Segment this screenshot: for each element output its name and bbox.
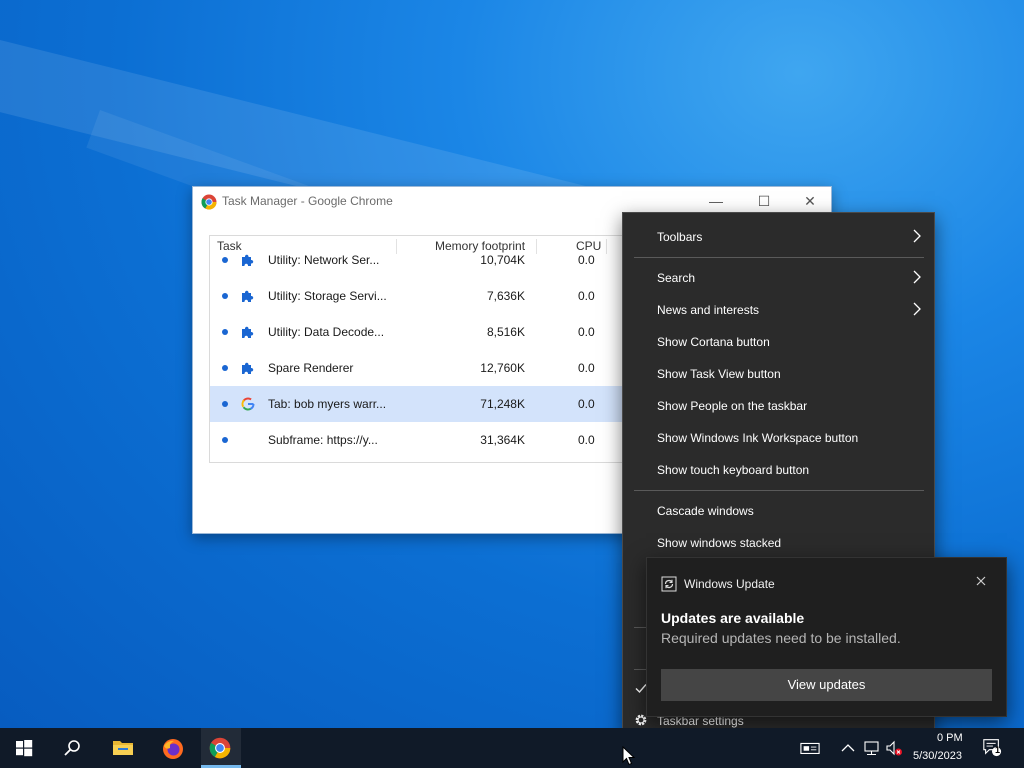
network-icon[interactable] xyxy=(862,738,882,758)
view-updates-button[interactable]: View updates xyxy=(661,669,992,701)
puzzle-icon xyxy=(242,362,254,374)
toast-app-name: Windows Update xyxy=(684,577,775,591)
toast-body: Required updates need to be installed. xyxy=(661,630,901,646)
mouse-cursor-icon xyxy=(622,746,636,766)
menu-item-label: Show Windows Ink Workspace button xyxy=(657,431,859,445)
process-name: Utility: Storage Servi... xyxy=(268,289,387,303)
close-icon[interactable] xyxy=(974,574,988,588)
start-icon xyxy=(16,740,33,757)
process-cpu: 0.0 xyxy=(578,361,595,375)
taskbar-search-button[interactable] xyxy=(48,728,96,768)
process-memory: 31,364K xyxy=(480,433,525,447)
menu-item-label: Show touch keyboard button xyxy=(657,463,810,477)
table-row[interactable]: Tab: bob myers warr... 71,248K 0.0 xyxy=(210,386,649,422)
chevron-right-icon xyxy=(913,302,921,316)
process-memory: 71,248K xyxy=(480,397,525,411)
volume-muted-icon[interactable] xyxy=(884,738,904,758)
table-row[interactable]: Utility: Storage Servi... 7,636K 0.0 xyxy=(210,278,649,314)
table-row[interactable]: Utility: Data Decode... 8,516K 0.0 xyxy=(210,314,649,350)
menu-item-toolbars[interactable]: Toolbars xyxy=(623,221,934,253)
process-name: Utility: Data Decode... xyxy=(268,325,385,339)
news-and-interests-icon[interactable] xyxy=(800,738,820,758)
menu-item-label: Show Cortana button xyxy=(657,335,770,349)
taskbar: 1 xyxy=(0,728,1024,768)
process-status-dot xyxy=(222,293,228,299)
process-memory: 10,704K xyxy=(480,253,525,267)
process-cpu: 0.0 xyxy=(578,289,595,303)
process-memory: 7,636K xyxy=(486,289,525,303)
process-cpu: 0.0 xyxy=(578,397,595,411)
chrome-icon xyxy=(201,194,217,210)
menu-item-cascade-windows[interactable]: Cascade windows xyxy=(623,495,934,527)
process-cpu: 0.0 xyxy=(578,325,595,339)
process-name: Spare Renderer xyxy=(268,361,354,375)
process-status-dot xyxy=(222,257,228,263)
menu-item-show-cortana-button[interactable]: Show Cortana button xyxy=(623,326,934,358)
menu-item-label: Toolbars xyxy=(657,230,703,244)
menu-item-label: Show People on the taskbar xyxy=(657,399,808,413)
chevron-right-icon xyxy=(913,229,921,243)
search-icon xyxy=(64,740,80,756)
menu-item-label: News and interests xyxy=(657,303,760,317)
menu-separator xyxy=(634,490,924,491)
process-status-dot xyxy=(222,401,228,407)
file-explorer-icon xyxy=(113,741,133,755)
process-memory: 12,760K xyxy=(480,361,525,375)
menu-item-search[interactable]: Search xyxy=(623,262,934,294)
menu-separator xyxy=(634,257,924,258)
table-row[interactable]: Spare Renderer 12,760K 0.0 xyxy=(210,350,649,386)
process-status-dot xyxy=(222,437,228,443)
clock-time[interactable]: 0 PM xyxy=(937,732,963,744)
menu-item-label: Search xyxy=(657,271,696,285)
clock-date[interactable]: 5/30/2023 xyxy=(913,750,962,762)
window-title: Task Manager - Google Chrome xyxy=(222,194,393,208)
process-cpu: 0.0 xyxy=(578,253,595,267)
chevron-right-icon xyxy=(913,270,921,284)
windows-update-toast[interactable]: Windows Update Updates are available Req… xyxy=(646,557,1007,717)
process-memory: 8,516K xyxy=(486,325,525,339)
process-table: Task Memory footprint CPU Utility: Netwo… xyxy=(209,235,649,463)
menu-item-news-and-interests[interactable]: News and interests xyxy=(623,294,934,326)
table-row[interactable]: Subframe: https://y... 31,364K 0.0 xyxy=(210,422,649,458)
chrome-button[interactable] xyxy=(198,728,246,768)
process-name: Subframe: https://y... xyxy=(268,433,378,447)
process-name: Utility: Network Ser... xyxy=(268,253,380,267)
process-name: Tab: bob myers warr... xyxy=(268,397,387,411)
menu-item-show-people-on-the-taskbar[interactable]: Show People on the taskbar xyxy=(623,390,934,422)
file-explorer-button[interactable] xyxy=(98,728,146,768)
menu-item-show-touch-keyboard-button[interactable]: Show touch keyboard button xyxy=(623,454,934,486)
chevron-up-icon[interactable] xyxy=(838,738,858,758)
menu-item-label: Show windows stacked xyxy=(657,536,782,550)
firefox-button[interactable] xyxy=(148,728,196,768)
windows-update-icon xyxy=(661,576,677,592)
menu-item-show-windows-ink-workspace-button[interactable]: Show Windows Ink Workspace button xyxy=(623,422,934,454)
notification-badge: 1 xyxy=(995,745,1001,755)
start-button[interactable] xyxy=(0,728,48,768)
process-status-dot xyxy=(222,365,228,371)
toast-title: Updates are available xyxy=(661,610,805,626)
menu-item-label: Show Task View button xyxy=(657,367,781,381)
menu-item-show-windows-stacked[interactable]: Show windows stacked xyxy=(623,527,934,559)
google-icon xyxy=(241,397,255,411)
chrome-icon xyxy=(209,737,231,759)
menu-item-show-task-view-button[interactable]: Show Task View button xyxy=(623,358,934,390)
puzzle-icon xyxy=(242,290,254,302)
menu-item-label: Cascade windows xyxy=(657,504,754,518)
firefox-icon xyxy=(163,739,183,759)
puzzle-icon xyxy=(242,326,254,338)
process-status-dot xyxy=(222,329,228,335)
puzzle-icon xyxy=(242,254,254,266)
process-cpu: 0.0 xyxy=(578,433,595,447)
table-row[interactable]: Utility: Network Ser... 10,704K 0.0 xyxy=(210,242,649,278)
